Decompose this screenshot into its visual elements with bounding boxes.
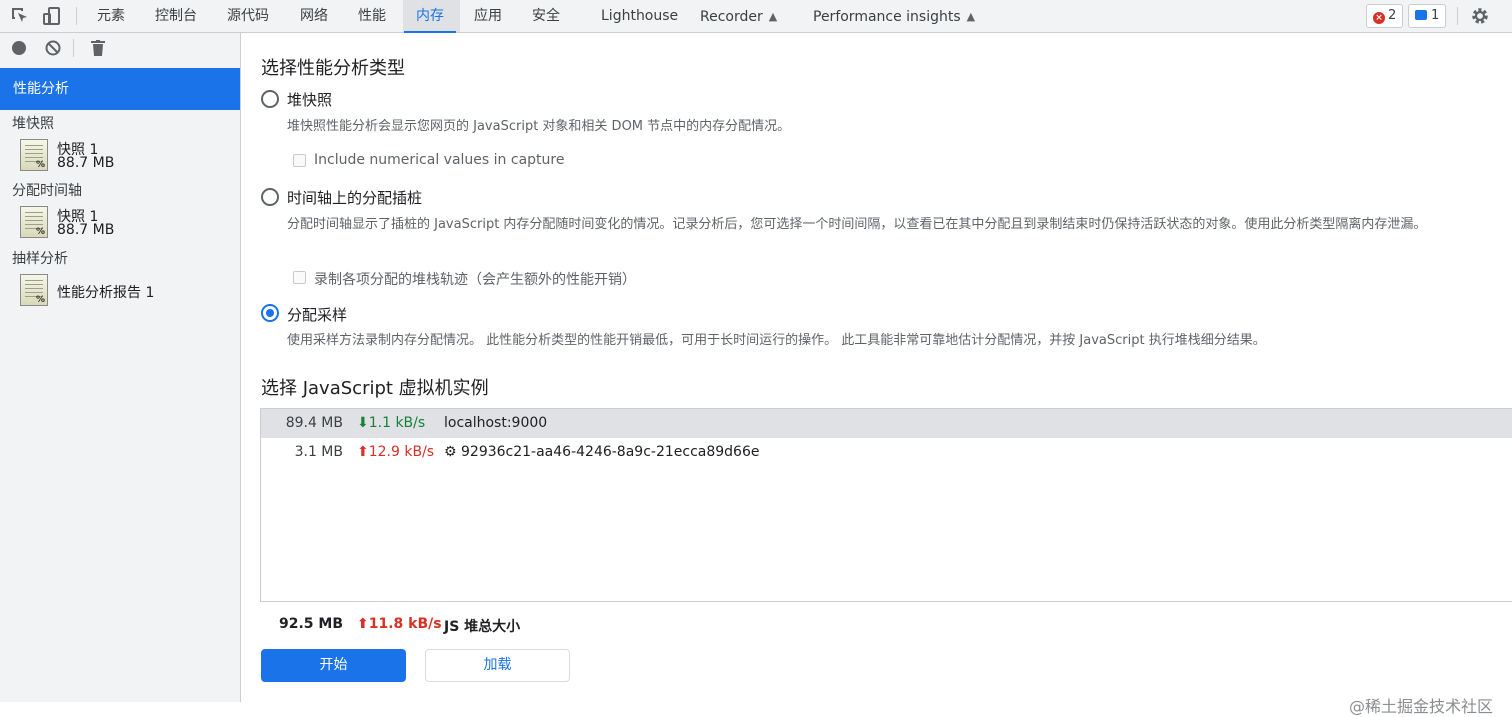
error-icon: ×: [1373, 12, 1385, 24]
tab-performance[interactable]: 性能: [358, 0, 386, 33]
tab-recorder-label: Recorder: [700, 9, 763, 25]
tab-console[interactable]: 控制台: [155, 0, 197, 33]
experimental-flask-icon: ▲: [768, 10, 778, 23]
vm-heap-size: 89.4 MB: [285, 415, 343, 431]
tab-security[interactable]: 安全: [532, 0, 560, 33]
load-button[interactable]: 加载: [425, 649, 570, 682]
profile-report-icon: [20, 274, 48, 306]
record-icon[interactable]: [12, 41, 26, 55]
sidebar-toolbar-divider: [73, 39, 74, 57]
message-icon: [1415, 10, 1427, 20]
message-count-badge[interactable]: 1: [1408, 4, 1447, 28]
sidebar-item-profiles[interactable]: 性能分析: [0, 68, 240, 110]
profile-launcher: 选择性能分析类型 堆快照 堆快照性能分析会显示您网页的 JavaScript 对…: [241, 33, 1512, 716]
tab-recorder[interactable]: Recorder ▲: [700, 0, 777, 33]
snapshot-size: 88.7 MB: [57, 155, 115, 171]
sidebar-toolbar: [0, 33, 241, 63]
error-count-badge[interactable]: × 2: [1366, 4, 1404, 28]
tab-performance-insights-label: Performance insights: [813, 9, 961, 25]
profile-type-title: 选择性能分析类型: [261, 58, 405, 79]
message-count: 1: [1431, 8, 1440, 23]
vm-heap-size: 3.1 MB: [294, 444, 343, 460]
tab-lighthouse[interactable]: Lighthouse: [601, 0, 678, 33]
device-toolbar-icon[interactable]: [41, 5, 63, 27]
vm-instance-title: 选择 JavaScript 虚拟机实例: [261, 378, 489, 399]
total-heap-rate: ⬆11.8 kB/s: [357, 616, 442, 632]
total-heap-label: JS 堆总大小: [444, 619, 521, 635]
clear-all-icon[interactable]: [45, 40, 61, 56]
heap-snapshot-label[interactable]: 堆快照: [287, 89, 332, 110]
allocation-sampling-label[interactable]: 分配采样: [287, 304, 347, 325]
start-button[interactable]: 开始: [261, 649, 406, 682]
sidebar-group-allocation-timeline: 分配时间轴: [12, 183, 82, 199]
sidebar-group-sampling: 抽样分析: [12, 251, 68, 267]
stack-traces-checkbox[interactable]: [293, 271, 306, 284]
heap-snapshot-radio[interactable]: [261, 90, 279, 108]
vm-heap-rate: ⬇1.1 kB/s: [357, 415, 426, 431]
vm-instance-row[interactable]: 89.4 MB ⬇1.1 kB/s localhost:9000: [261, 409, 1512, 438]
tab-memory[interactable]: 内存: [404, 0, 456, 33]
devtools-toolbar: 元素 控制台 源代码 网络 性能 内存 应用 安全 Lighthouse Rec…: [0, 0, 1512, 33]
allocation-sampling-radio[interactable]: [261, 304, 279, 322]
settings-gear-icon[interactable]: [1469, 5, 1491, 27]
tab-performance-insights[interactable]: Performance insights ▲: [813, 0, 975, 33]
vm-instance-row[interactable]: 3.1 MB ⬆12.9 kB/s ⚙ 92936c21-aa46-4246-8…: [261, 438, 1512, 467]
sidebar-group-heap-snapshot: 堆快照: [12, 116, 54, 132]
toolbar-divider: [1457, 7, 1458, 25]
profiles-sidebar: 性能分析 堆快照 快照 1 88.7 MB 分配时间轴 快照 1 88.7 MB…: [0, 33, 241, 702]
profile-report-icon: [20, 206, 48, 238]
numerical-values-label[interactable]: Include numerical values in capture: [314, 152, 564, 168]
total-heap-size: 92.5 MB: [278, 616, 343, 632]
inspect-element-icon[interactable]: [9, 5, 31, 27]
vm-heap-rate: ⬆12.9 kB/s: [357, 444, 435, 460]
watermark: @稀土掘金技术社区: [1348, 697, 1493, 716]
vm-instance-name: ⚙ 92936c21-aa46-4246-8a9c-21ecca89d66e: [444, 444, 760, 460]
tab-application[interactable]: 应用: [474, 0, 502, 33]
toolbar-divider: [76, 7, 77, 25]
tab-elements[interactable]: 元素: [97, 0, 125, 33]
trash-icon[interactable]: [91, 40, 105, 56]
allocation-sampling-description: 使用采样方法录制内存分配情况。 此性能分析类型的性能开销最低，可用于长时间运行的…: [287, 333, 1266, 348]
allocation-timeline-label[interactable]: 时间轴上的分配插桩: [287, 187, 422, 208]
numerical-values-checkbox[interactable]: [293, 154, 306, 167]
profile-report-icon: [20, 139, 48, 171]
heap-snapshot-description: 堆快照性能分析会显示您网页的 JavaScript 对象和相关 DOM 节点中的…: [287, 119, 791, 134]
tab-network[interactable]: 网络: [300, 0, 328, 33]
vm-instance-list: 89.4 MB ⬇1.1 kB/s localhost:9000 3.1 MB …: [260, 408, 1512, 602]
experimental-flask-icon: ▲: [966, 10, 976, 23]
allocation-timeline-description: 分配时间轴显示了插桩的 JavaScript 内存分配随时间变化的情况。记录分析…: [287, 217, 1427, 232]
stack-traces-label[interactable]: 录制各项分配的堆栈轨迹（会产生额外的性能开销）: [314, 269, 636, 289]
profile-name: 性能分析报告 1: [57, 285, 155, 301]
vm-instance-name: localhost:9000: [444, 415, 548, 431]
error-count: 2: [1388, 8, 1397, 23]
allocation-timeline-radio[interactable]: [261, 188, 279, 206]
tab-sources[interactable]: 源代码: [227, 0, 269, 33]
snapshot-size: 88.7 MB: [57, 222, 115, 238]
